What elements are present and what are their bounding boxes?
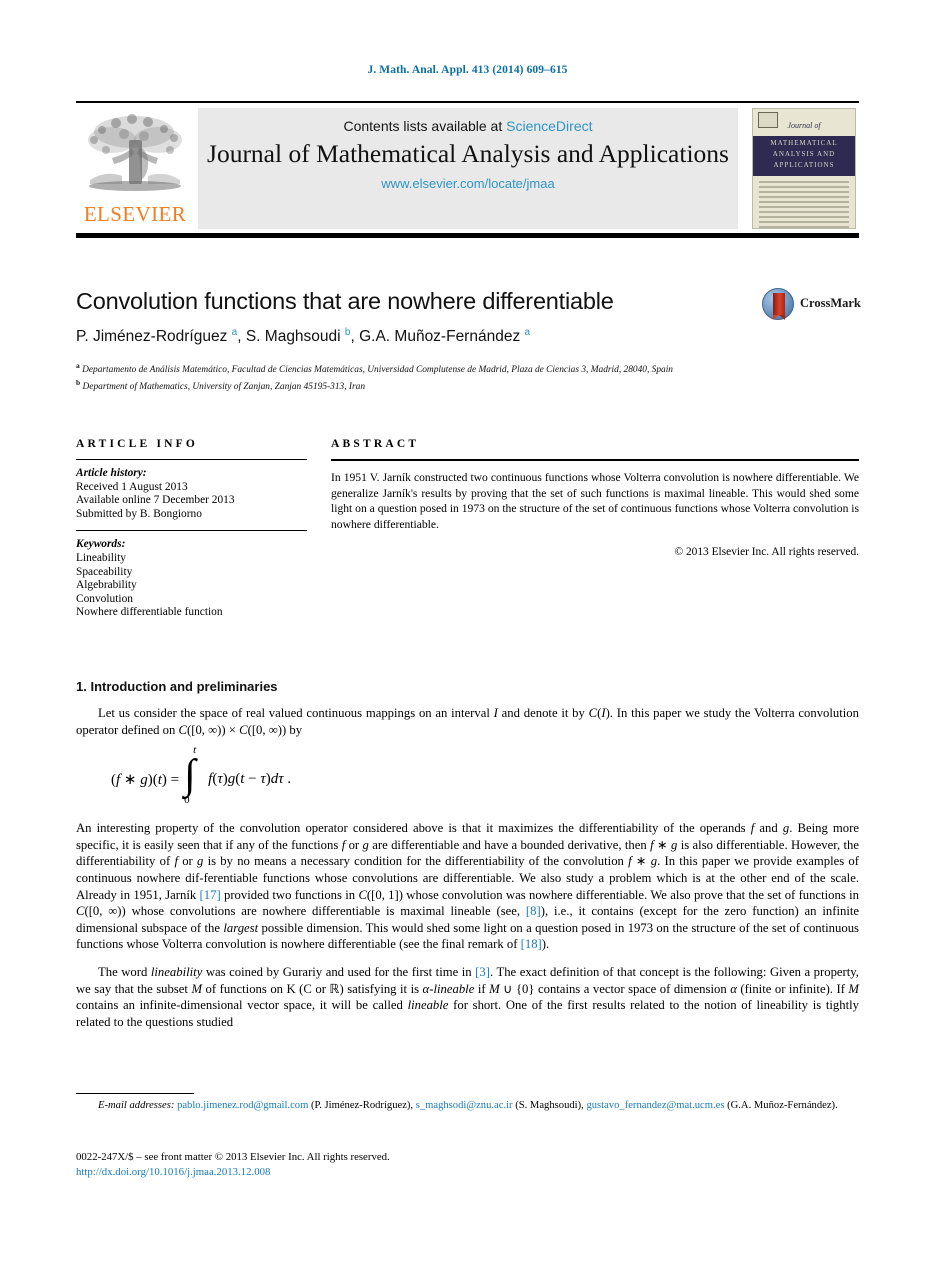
citation-18[interactable]: [18] xyxy=(521,937,542,951)
email-addresses-label: E-mail addresses: xyxy=(98,1100,175,1111)
cover-contents-lines xyxy=(759,181,849,228)
article-info-column: ARTICLE INFO Article history: Received 1… xyxy=(76,438,307,620)
history-item: Received 1 August 2013 xyxy=(76,480,188,493)
sciencedirect-link[interactable]: ScienceDirect xyxy=(506,118,592,134)
elsevier-tree-icon xyxy=(82,110,188,200)
author-list: P. Jiménez-Rodríguez a, S. Maghsoudi b, … xyxy=(76,327,531,346)
cover-title-line-2: ANALYSIS AND xyxy=(772,150,836,158)
citation-8[interactable]: [8] xyxy=(526,904,541,918)
issn-line: 0022-247X/$ – see front matter © 2013 El… xyxy=(76,1151,390,1163)
running-head: J. Math. Anal. Appl. 413 (2014) 609–615 xyxy=(367,64,568,76)
issn-copyright-block: 0022-247X/$ – see front matter © 2013 El… xyxy=(76,1150,859,1180)
journal-masthead: ELSEVIER Contents lists available at Sci… xyxy=(76,106,859,230)
affiliation-b: b Department of Mathematics, University … xyxy=(76,377,366,392)
footnote-emails: E-mail addresses: pablo.jimenez.rod@gmai… xyxy=(98,1100,838,1111)
section-heading-introduction: 1. Introduction and preliminaries xyxy=(76,679,278,694)
keywords-block: Keywords: Lineability Spaceability Algeb… xyxy=(76,538,307,620)
journal-url-link[interactable]: www.elsevier.com/locate/jmaa xyxy=(198,176,738,191)
journal-title: Journal of Mathematical Analysis and App… xyxy=(207,139,729,168)
keyword-item: Algebrability xyxy=(76,579,137,592)
affiliations: a Departamento de Análisis Matemático, F… xyxy=(76,360,756,393)
abstract-copyright: © 2013 Elsevier Inc. All rights reserved… xyxy=(674,546,859,559)
crossmark-label: CrossMark xyxy=(800,296,861,310)
elsevier-wordmark: ELSEVIER xyxy=(83,202,187,226)
cover-title-line-1: MATHEMATICAL xyxy=(770,139,838,147)
abstract-heading: ABSTRACT xyxy=(331,438,420,450)
citation-17[interactable]: [17] xyxy=(200,888,221,902)
article-info-rule-1 xyxy=(76,459,307,460)
paper-page: J. Math. Anal. Appl. 413 (2014) 609–615 xyxy=(0,0,935,1266)
email-link-3[interactable]: gustavo_fernandez@mat.ucm.es xyxy=(586,1100,724,1111)
email-owner-1: (P. Jiménez-Rodríguez) xyxy=(310,1100,411,1111)
body-column: 1. Introduction and preliminaries Let us… xyxy=(76,679,859,1030)
keyword-item: Spaceability xyxy=(76,565,133,578)
journal-cover-thumbnail[interactable]: Journal of MATHEMATICAL ANALYSIS AND APP… xyxy=(752,108,856,229)
contents-prefix: Contents lists available at xyxy=(343,118,507,134)
masthead-top-rule xyxy=(76,101,859,103)
footnote-rule xyxy=(76,1093,194,1094)
keyword-item: Lineability xyxy=(76,551,126,564)
affiliation-a: a Departamento de Análisis Matemático, F… xyxy=(76,361,673,376)
article-info-rule-2 xyxy=(76,530,307,532)
cover-title-line-3: APPLICATIONS xyxy=(773,161,835,169)
article-history-label: Article history: xyxy=(76,467,147,479)
crossmark-icon xyxy=(762,288,794,320)
paragraph-3: The word lineability was coined by Gurar… xyxy=(76,964,859,1029)
keywords-label: Keywords: xyxy=(76,538,126,551)
contents-available-line: Contents lists available at ScienceDirec… xyxy=(198,118,738,134)
history-item: Available online 7 December 2013 xyxy=(76,494,235,507)
email-owner-2: (S. Maghsoudi) xyxy=(515,1100,582,1111)
keyword-item: Convolution xyxy=(76,592,133,605)
masthead-bottom-rule xyxy=(76,233,859,238)
integral-sign-icon: t ∫ 0 xyxy=(184,744,197,807)
crossmark-badge[interactable]: CrossMark xyxy=(762,288,861,322)
doi-link[interactable]: http://dx.doi.org/10.1016/j.jmaa.2013.12… xyxy=(76,1165,859,1180)
keyword-item: Nowhere differentiable function xyxy=(76,606,223,619)
masthead-center-panel: Contents lists available at ScienceDirec… xyxy=(198,108,738,229)
abstract-column: ABSTRACT In 1951 V. Jarník constructed t… xyxy=(331,438,859,558)
cover-journal-of-text: Journal of xyxy=(787,121,821,130)
history-item: Submitted by B. Bongiorno xyxy=(76,507,202,520)
email-link-2[interactable]: s_maghsodi@znu.ac.ir xyxy=(416,1100,513,1111)
article-history-block: Article history: Received 1 August 2013 … xyxy=(76,467,307,521)
cover-title-band: MATHEMATICAL ANALYSIS AND APPLICATIONS xyxy=(753,136,855,176)
email-link-1[interactable]: pablo.jimenez.rod@gmail.com xyxy=(177,1100,308,1111)
page-title: Convolution functions that are nowhere d… xyxy=(76,288,614,314)
elsevier-logo: ELSEVIER xyxy=(76,108,194,230)
paragraph-2: An interesting property of the convoluti… xyxy=(76,821,860,952)
abstract-rule xyxy=(331,459,859,461)
paragraph-1: Let us consider the space of real valued… xyxy=(76,706,859,737)
abstract-text: In 1951 V. Jarník constructed two contin… xyxy=(331,471,859,531)
display-equation-convolution: (f ∗ g)(t) = t ∫ 0 f(τ)g(t − τ)dτ . xyxy=(111,744,292,807)
email-owner-3: (G.A. Muñoz-Fernández). xyxy=(727,1100,838,1111)
article-info-heading: ARTICLE INFO xyxy=(76,438,199,450)
citation-3[interactable]: [3] xyxy=(475,965,490,979)
